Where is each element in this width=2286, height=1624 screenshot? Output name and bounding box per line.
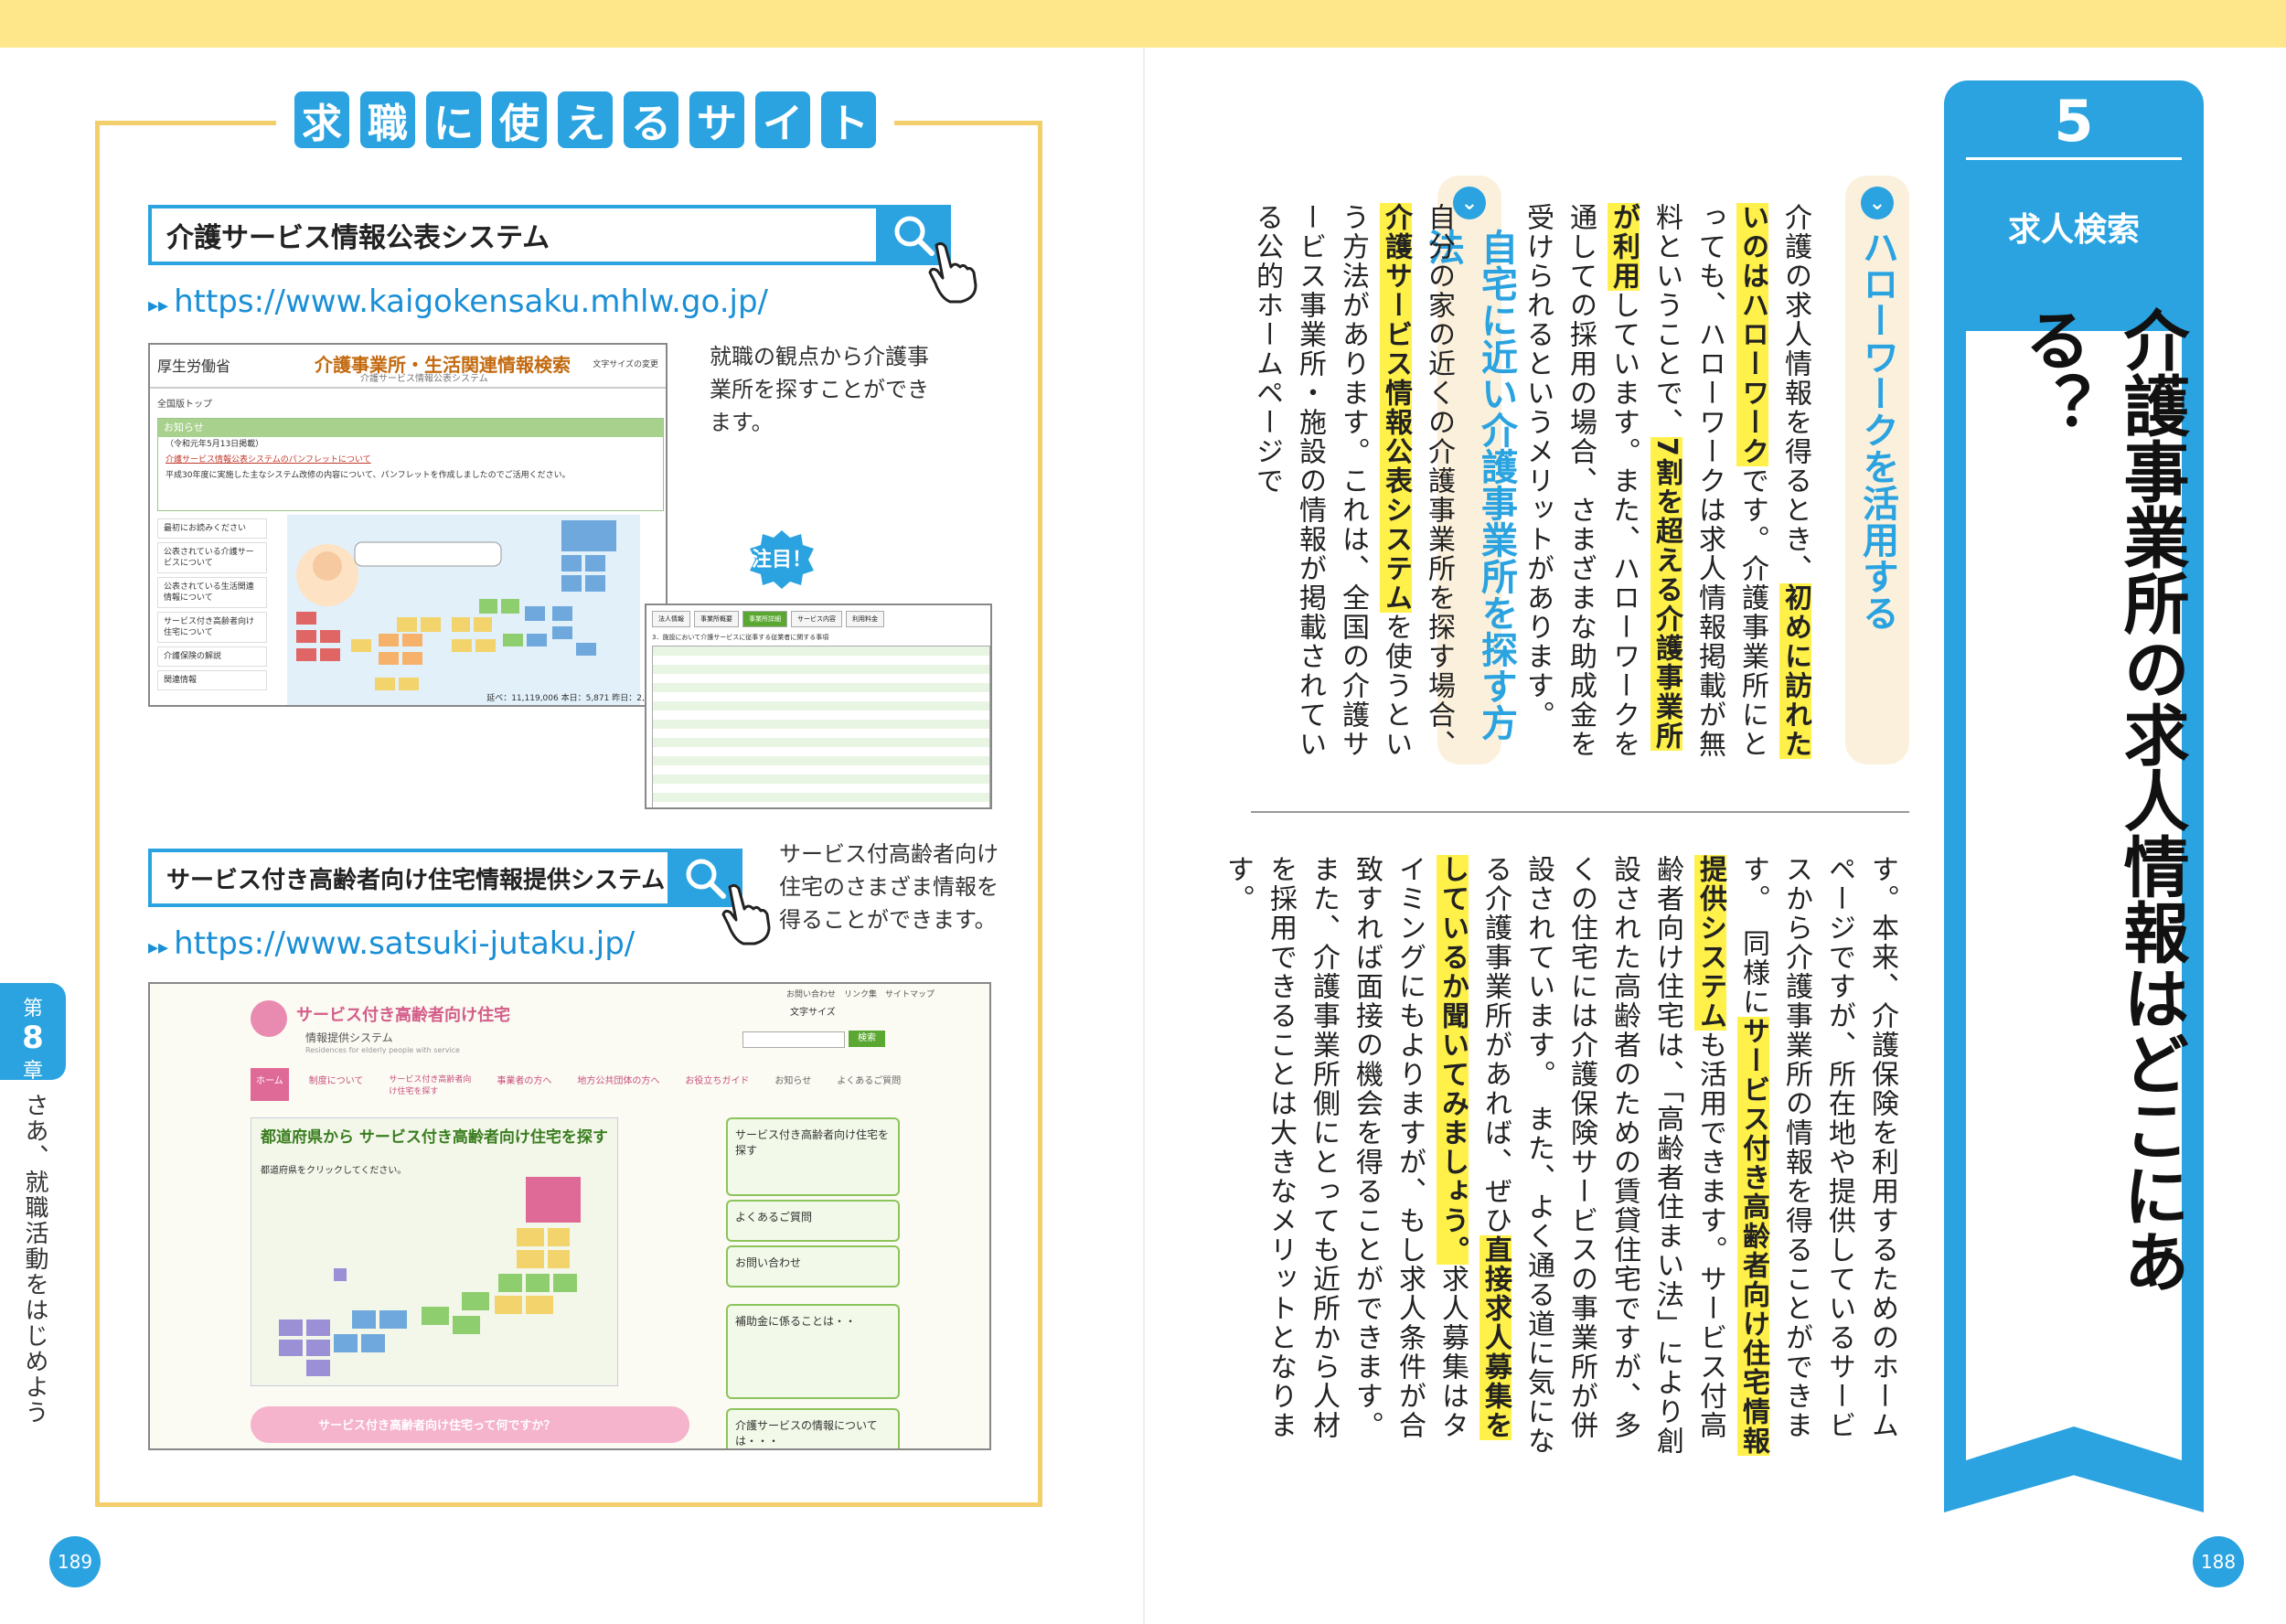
side-item: 公表されている介護サービスについて [157, 542, 267, 573]
side-item: 最初にお読みください [157, 518, 267, 539]
site1-screenshot: 厚生労働省 介護事業所・生活関連情報検索 介護サービス情報公表システム 文字サイ… [148, 343, 668, 707]
site-search-input [742, 1031, 845, 1048]
site2-screenshot: お問い合わせ リンク集 サイトマップ サービス付き高齢者向け住宅 情報提供システ… [148, 982, 991, 1450]
breadcrumb: 全国版トップ [157, 400, 212, 410]
detail-tab: 法人情報 [652, 611, 690, 627]
chevron-down-icon: ⌄ [1861, 187, 1894, 219]
banner-rule [1966, 157, 2182, 160]
right-panel-contact: お問い合わせ [726, 1245, 900, 1287]
heading-char: 職 [360, 91, 415, 148]
font-size-control: 文字サイズの変更 [593, 360, 658, 369]
site-logo-en: Residences for elderly people with servi… [305, 1046, 460, 1054]
detail-caption: 3．施設において介護サービスに従事する従業者に関する事項 [652, 634, 829, 641]
site1-searchbox: 介護サービス情報公表システム [148, 205, 951, 265]
nav-item: 事業者の方へ [497, 1076, 552, 1086]
side-item: 関連情報 [157, 670, 267, 690]
nav-item: ホーム [251, 1068, 289, 1101]
site2-url[interactable]: ▸▸ https://www.satsuki-jutaku.jp/ [148, 925, 635, 962]
right-panel-subsidy: 補助金に係ることは・・ [726, 1304, 900, 1399]
heading-char: に [426, 91, 481, 148]
site1-detail-screenshot: 法人情報 事業所概要 事業所詳細 サービス内容 利用料金 3．施設において介護サ… [645, 604, 992, 809]
nav-item: サービス付き高齢者向け住宅を探す [389, 1075, 472, 1096]
detail-tab: 事業所詳細 [742, 611, 787, 627]
nav-item: 地方公共団体の方へ [577, 1076, 660, 1086]
heading-hellowork: ⌄ ハローワークを活用する [1845, 176, 1909, 764]
page-number-right: 188 [2193, 1536, 2244, 1587]
pointing-hand-icon [721, 883, 771, 946]
site-nav: ホーム 制度について サービス付き高齢者向け住宅を探す 事業者の方へ 地方公共団… [251, 1068, 906, 1101]
page-gutter [1143, 48, 1145, 1624]
detail-table [652, 646, 990, 807]
right-panel-care-info: 介護サービスの情報については・・・ [726, 1408, 900, 1448]
paragraph-nearby: 自分の家の近くの介護事業所を探す場合、介護サービス情報公表システムを使うという方… [1251, 203, 1455, 759]
nav-item: よくあるご質問 [837, 1076, 902, 1086]
nav-item: お知らせ [774, 1076, 812, 1086]
column-divider [1251, 811, 1909, 813]
heading-char: サ [689, 91, 744, 148]
news-date: （令和元年5月13日掲載） [166, 440, 264, 449]
site-logo-sub: 情報提供システム [305, 1031, 393, 1044]
top-color-band [0, 0, 2286, 48]
section-number: 5 [2054, 88, 2094, 155]
pointing-hand-icon [928, 241, 977, 304]
heading-char: る [624, 91, 678, 148]
detail-tabs: 法人情報 事業所概要 事業所詳細 サービス内容 利用料金 [652, 611, 884, 627]
font-size-label: 文字サイズ [790, 1008, 836, 1018]
chapter-title: さあ、就職活動をはじめよう [21, 1093, 48, 1426]
news-bar: お知らせ [158, 419, 663, 437]
side-item: サービス付き高齢者向け住宅について [157, 612, 267, 643]
news-box: お知らせ （令和元年5月13日掲載） 介護サービス情報公表システムのパンフレット… [157, 418, 664, 511]
nav-item: 制度について [308, 1076, 364, 1086]
detail-tab: サービス内容 [791, 611, 842, 627]
side-item: 公表されている生活関連情報について [157, 577, 267, 608]
site2-label: サービス付き高齢者向け住宅情報提供システム [166, 866, 666, 894]
heading-char: ト [821, 91, 876, 148]
visitor-counter: 延べ：11,119,006 本日：5,871 昨日：2,510 [486, 694, 660, 703]
heading-char: 求 [294, 91, 349, 148]
heading-char: イ [755, 91, 810, 148]
shot-subtitle: 介護サービス情報公表システム [360, 374, 488, 384]
right-panel-search: サービス付き高齢者向け住宅を探す [726, 1117, 900, 1196]
site1-note: 就職の観点から介護事業所を探すことができます。 [710, 344, 929, 435]
japan-map [287, 515, 640, 705]
nav-item: お役立ちガイド [685, 1076, 750, 1086]
site-logo: サービス付き高齢者向け住宅 [296, 1006, 510, 1025]
chapter-tab: 第 8 章 [0, 983, 66, 1083]
right-panel-faq: よくあるご質問 [726, 1200, 900, 1242]
paragraph-continued: す。本来、介護保険を利用するためのホームページですが、所在地や提供しているサービ… [1222, 855, 1898, 1456]
prefecture-map-panel: 都道府県から サービス付き高齢者向け住宅を探す 都道府県をクリックしてください。 [251, 1117, 618, 1386]
ministry-logo: 厚生労働省 [157, 358, 231, 375]
map-title: 都道府県から サービス付き高齢者向け住宅を探す [261, 1128, 608, 1147]
attention-badge: 注目！ [751, 549, 812, 572]
what-is-banner: サービス付き高齢者向け住宅って何ですか？ [251, 1406, 689, 1443]
sites-heading: 求 職 に 使 え る サ イ ト [276, 91, 894, 155]
site2-note: サービス付高齢者向け住宅のさまざま情報を得ることができます。 [779, 841, 999, 933]
site1-label: 介護サービス情報公表システム [166, 222, 550, 254]
top-links: お問い合わせ リンク集 サイトマップ [785, 990, 935, 999]
flower-logo-icon [251, 1000, 287, 1037]
news-link: 介護サービス情報公表システムのパンフレットについて [166, 455, 371, 465]
site2-searchbox: サービス付き高齢者向け住宅情報提供システム [148, 849, 742, 907]
heading-char: 使 [492, 91, 547, 148]
side-item: 介護保険の解説 [157, 646, 267, 667]
paragraph-hellowork: 介護の求人情報を得るとき、初めに訪れたいのはハローワークです。介護事業所にとって… [1522, 203, 1811, 759]
detail-tab: 利用料金 [846, 611, 884, 627]
page-number-left: 189 [49, 1536, 101, 1587]
page-title: 介護事業所の求人情報はどこにある？ [2014, 306, 2189, 1294]
side-menu: 最初にお読みください 公表されている介護サービスについて 公表されている生活関連… [157, 518, 267, 694]
news-text: 平成30年度に実施した主なシステム改修の内容について、パンフレットを作成しました… [166, 471, 571, 480]
detail-tab: 事業所概要 [694, 611, 739, 627]
site-search-button: 検索 [849, 1031, 885, 1047]
site1-url[interactable]: ▸▸ https://www.kaigokensaku.mhlw.go.jp/ [148, 283, 768, 320]
heading-char: え [558, 91, 613, 148]
section-subtitle: 求人検索 [2007, 211, 2140, 249]
japan-map [279, 1177, 581, 1376]
